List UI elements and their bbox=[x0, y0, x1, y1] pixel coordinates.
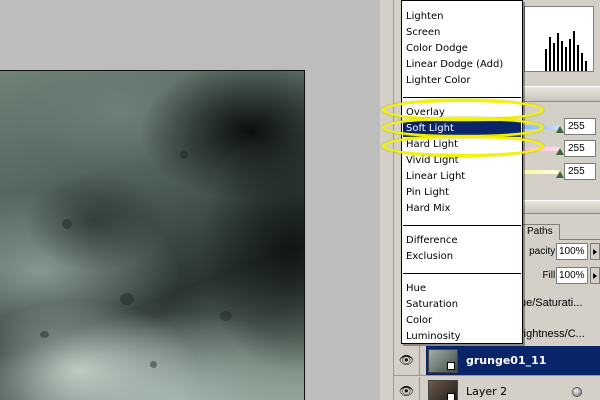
document-canvas-grunge-texture[interactable] bbox=[0, 70, 305, 400]
panel-separator-header bbox=[520, 200, 600, 214]
histogram-graph bbox=[524, 6, 594, 72]
histogram-bar bbox=[545, 49, 547, 71]
blend-item-luminosity[interactable]: Luminosity bbox=[403, 329, 521, 345]
layers-panel-tabs: Paths bbox=[520, 222, 600, 240]
dropdown-arrow-icon[interactable] bbox=[590, 243, 600, 260]
layer-thumbnail bbox=[428, 380, 458, 400]
menu-separator bbox=[403, 273, 521, 274]
histogram-bar bbox=[577, 45, 579, 71]
slider-thumb-icon[interactable] bbox=[556, 126, 564, 133]
histogram-bar bbox=[585, 61, 587, 71]
texture-speck bbox=[150, 361, 157, 368]
histogram-bar bbox=[565, 47, 567, 71]
blend-item-hard-mix[interactable]: Hard Mix bbox=[403, 201, 521, 217]
blend-item-pin-light[interactable]: Pin Light bbox=[403, 185, 521, 201]
histogram-bar bbox=[549, 37, 551, 71]
levels-row-2: 255 bbox=[520, 138, 600, 160]
blend-item-overlay[interactable]: Overlay bbox=[403, 105, 521, 121]
eye-icon[interactable]: 👁 bbox=[394, 346, 420, 375]
histogram-panel bbox=[520, 0, 600, 80]
blend-mode-menu: Lighten Screen Color Dodge Linear Dodge … bbox=[401, 0, 523, 344]
document-workspace bbox=[0, 0, 380, 400]
layer-row-layer-2[interactable]: 👁 Layer 2 bbox=[394, 377, 600, 400]
blend-item-hue[interactable]: Hue bbox=[403, 281, 521, 297]
histogram-bar bbox=[557, 33, 559, 71]
slider-track[interactable] bbox=[522, 170, 560, 174]
texture-speck bbox=[220, 311, 232, 321]
levels-row-1: 255 bbox=[520, 116, 600, 138]
blend-item-color-dodge[interactable]: Color Dodge bbox=[403, 41, 521, 57]
fill-input[interactable]: 100% bbox=[556, 267, 588, 284]
blend-item-soft-light[interactable]: Soft Light bbox=[403, 121, 521, 137]
blend-item-saturation[interactable]: Saturation bbox=[403, 297, 521, 313]
texture-speck bbox=[120, 293, 134, 305]
blend-item-linear-light[interactable]: Linear Light bbox=[403, 169, 521, 185]
layer-link-cell bbox=[420, 346, 426, 375]
slider-thumb-icon[interactable] bbox=[556, 171, 564, 178]
layer-name: Layer 2 bbox=[466, 385, 508, 398]
slider-thumb-icon[interactable] bbox=[556, 148, 564, 155]
level-value-field[interactable]: 255 bbox=[564, 118, 596, 135]
adjustments-panel-header[interactable] bbox=[520, 86, 600, 102]
histogram-bar bbox=[581, 53, 583, 71]
layer-row-grunge[interactable]: 👁 grunge01_11 bbox=[394, 346, 600, 376]
blend-item-difference[interactable]: Difference bbox=[403, 233, 521, 249]
texture-speck bbox=[62, 219, 72, 229]
dock-collapse-strip[interactable] bbox=[380, 0, 394, 400]
layer-name: grunge01_11 bbox=[466, 354, 547, 367]
layer-name-brightness-contrast[interactable]: rightness/C... bbox=[520, 328, 600, 340]
texture-speck bbox=[40, 331, 49, 338]
histogram-bar bbox=[561, 41, 563, 71]
levels-row-3: 255 bbox=[520, 161, 600, 183]
blend-item-linear-dodge[interactable]: Linear Dodge (Add) bbox=[403, 57, 521, 73]
layer-link-cell bbox=[420, 377, 426, 400]
layer-mask-icon bbox=[447, 362, 455, 370]
blend-item-vivid-light[interactable]: Vivid Light bbox=[403, 153, 521, 169]
layer-style-icon[interactable] bbox=[572, 387, 582, 397]
histogram-bar bbox=[573, 31, 575, 71]
blend-item-lighten[interactable]: Lighten bbox=[403, 9, 521, 25]
blend-item-lighter-color[interactable]: Lighter Color bbox=[403, 73, 521, 89]
opacity-control: pacity: 100% bbox=[520, 242, 600, 262]
layer-thumbnail bbox=[428, 349, 458, 373]
texture-speck bbox=[180, 151, 188, 159]
menu-separator bbox=[403, 97, 521, 98]
opacity-label: pacity: bbox=[529, 246, 558, 257]
blend-item-hard-light[interactable]: Hard Light bbox=[403, 137, 521, 153]
eye-icon[interactable]: 👁 bbox=[394, 377, 420, 400]
layer-mask-icon bbox=[447, 393, 455, 400]
slider-track[interactable] bbox=[522, 147, 560, 151]
tab-paths[interactable]: Paths bbox=[520, 224, 560, 240]
histogram-bar bbox=[569, 39, 571, 71]
layer-name-hue-saturation[interactable]: ue/Saturati... bbox=[520, 297, 600, 309]
blend-item-screen[interactable]: Screen bbox=[403, 25, 521, 41]
opacity-input[interactable]: 100% bbox=[556, 243, 588, 260]
fill-control: Fill: 100% bbox=[520, 266, 600, 286]
level-value-field[interactable]: 255 bbox=[564, 140, 596, 157]
histogram-bar bbox=[553, 43, 555, 71]
slider-track[interactable] bbox=[522, 125, 560, 129]
blend-item-color[interactable]: Color bbox=[403, 313, 521, 329]
dropdown-arrow-icon[interactable] bbox=[590, 267, 600, 284]
level-value-field[interactable]: 255 bbox=[564, 163, 596, 180]
menu-separator bbox=[403, 225, 521, 226]
blend-item-exclusion[interactable]: Exclusion bbox=[403, 249, 521, 265]
